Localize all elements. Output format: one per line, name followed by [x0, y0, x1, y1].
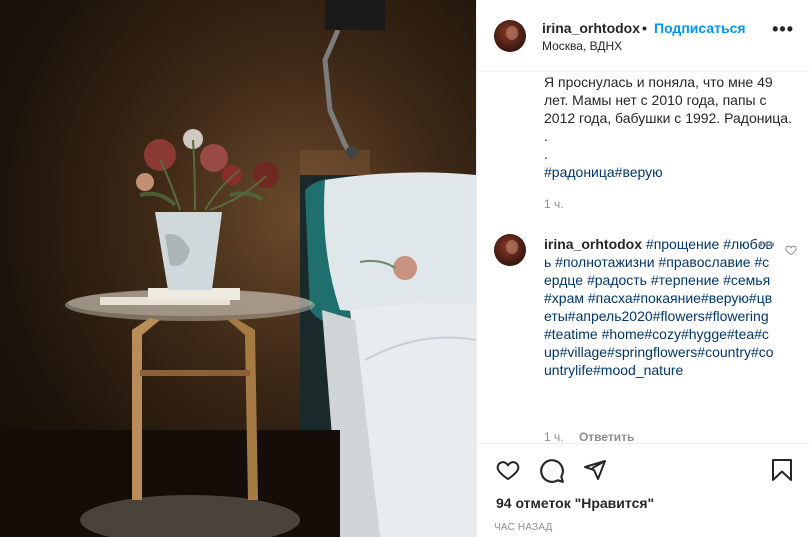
bookmark-icon[interactable]: [771, 458, 793, 482]
caption-timestamp[interactable]: 1 ч.: [544, 197, 564, 211]
separator-dot: •: [642, 20, 647, 36]
share-icon[interactable]: [583, 458, 607, 482]
comment-meta: 1 ч. Ответить: [544, 430, 634, 443]
comments-list[interactable]: Я проснулась и поняла, что мне 49 лет. М…: [477, 73, 809, 443]
commenter-username[interactable]: irina_orhtodox: [544, 236, 642, 252]
author-avatar[interactable]: [494, 20, 526, 52]
comment-more-button[interactable]: •••: [758, 236, 776, 252]
follow-button[interactable]: Подписаться: [654, 20, 746, 36]
post-location[interactable]: Москва, ВДНХ: [542, 39, 622, 53]
caption-text: Я проснулась и поняла, что мне 49 лет. М…: [544, 74, 792, 144]
post-photo[interactable]: [0, 0, 476, 537]
caption: Я проснулась и поняла, что мне 49 лет. М…: [544, 73, 794, 181]
more-options-button[interactable]: •••: [772, 20, 794, 38]
caption-hashtags[interactable]: #радоница#верую: [544, 164, 663, 180]
heart-icon[interactable]: [495, 458, 521, 482]
comment-icon[interactable]: [539, 458, 565, 484]
commenter-avatar[interactable]: [494, 234, 526, 266]
post-header: irina_orhtodox • Подписаться Москва, ВДН…: [477, 0, 809, 72]
likes-count[interactable]: 94 отметок "Нравится": [496, 495, 654, 511]
photo-illustration: [0, 0, 476, 537]
comment-body: irina_orhtodox #прощение #любовь #полнот…: [544, 235, 776, 379]
comment-like-icon[interactable]: [785, 244, 797, 256]
reply-button[interactable]: Ответить: [579, 430, 634, 443]
author-username[interactable]: irina_orhtodox: [542, 20, 640, 36]
post-timestamp[interactable]: час назад: [494, 522, 553, 533]
comment-timestamp[interactable]: 1 ч.: [544, 430, 564, 443]
post-actions: 94 отметок "Нравится" час назад: [477, 443, 809, 537]
comment-hashtags[interactable]: #прощение #любовь #полнотажизни #правосл…: [544, 236, 774, 378]
post-side-panel: irina_orhtodox • Подписаться Москва, ВДН…: [476, 0, 809, 537]
caption-dot-line: .: [544, 146, 548, 162]
